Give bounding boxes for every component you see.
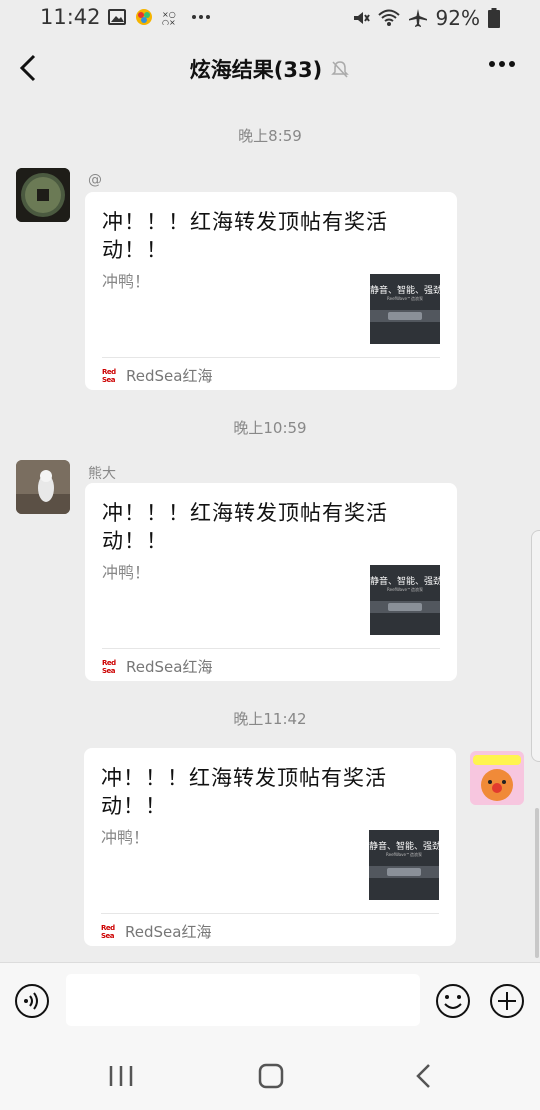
airplane-icon <box>408 9 427 27</box>
card-desc: 冲鸭！ <box>101 828 150 847</box>
card-thumbnail: 静音、智能、强劲 ReefWave™造浪泵 <box>370 565 440 635</box>
timestamp: 晚上11:42 <box>233 710 307 728</box>
redsea-logo-icon: Red Sea <box>101 923 115 940</box>
thumb-product <box>387 868 421 876</box>
source-label: RedSea红海 <box>126 658 213 676</box>
scrollbar-thumb[interactable] <box>535 808 539 958</box>
thumb-sub: ReefWave™造浪泵 <box>386 852 422 857</box>
thumb-sub: ReefWave™造浪泵 <box>387 587 423 592</box>
app-icon <box>136 9 152 25</box>
coin-avatar-icon <box>16 168 70 222</box>
thumb-product <box>388 312 422 320</box>
divider <box>102 648 440 649</box>
link-card[interactable]: 冲！！！红海转发顶帖有奖活动！！ 冲鸭！ 静音、智能、强劲 ReefWave™造… <box>85 483 457 681</box>
gallery-icon <box>108 9 126 25</box>
wifi-icon <box>377 9 400 26</box>
divider <box>101 913 439 914</box>
title-wrap: 炫海结果(33) <box>0 54 540 84</box>
card-title: 冲！！！红海转发顶帖有奖活动！！ <box>102 501 388 553</box>
link-card[interactable]: 冲！！！红海转发顶帖有奖活动！！ 冲鸭！ 静音、智能、强劲 ReefWave™造… <box>84 748 456 946</box>
chat-header: 炫海结果(33) <box>0 36 540 100</box>
source-label: RedSea红海 <box>125 923 212 941</box>
voice-icon[interactable] <box>14 983 50 1019</box>
notification-icons: ×○ ○× <box>108 8 211 26</box>
card-desc: 冲鸭！ <box>102 563 151 582</box>
battery-icon <box>488 8 500 28</box>
card-thumbnail: 静音、智能、强劲 ReefWave™造浪泵 <box>369 830 439 900</box>
thumb-text: 静音、智能、强劲 <box>369 842 439 852</box>
thumb-product <box>388 603 422 611</box>
timestamp: 晚上10:59 <box>233 419 307 437</box>
thumb-text: 静音、智能、强劲 <box>370 577 440 587</box>
battery-percent: 92% <box>435 6 480 30</box>
back-key-icon[interactable] <box>414 1063 432 1089</box>
card-source: Red Sea RedSea红海 <box>101 921 211 942</box>
thumb-sub: ReefWave™造浪泵 <box>387 296 423 301</box>
card-desc: 冲鸭！ <box>102 272 151 291</box>
emoji-icon[interactable] <box>435 983 471 1019</box>
figure-avatar-icon <box>16 460 70 514</box>
message-input[interactable] <box>66 974 420 1026</box>
link-card[interactable]: 冲！！！红海转发顶帖有奖活动！！ 冲鸭！ 静音、智能、强劲 ReefWave™造… <box>85 192 457 390</box>
home-icon[interactable] <box>258 1063 284 1089</box>
system-navigation <box>0 1042 540 1110</box>
plus-icon[interactable] <box>489 983 525 1019</box>
avatar[interactable] <box>16 168 70 222</box>
card-source: Red Sea RedSea红海 <box>102 365 212 386</box>
recent-apps-icon[interactable] <box>108 1064 134 1088</box>
sender-name: 熊大 <box>88 466 116 482</box>
sender-name: @ <box>88 172 102 188</box>
svg-text:○×: ○× <box>162 18 176 25</box>
divider <box>102 357 440 358</box>
cartoon-avatar-icon <box>470 751 524 805</box>
status-right: 92% <box>352 6 500 30</box>
redsea-logo-icon: Red Sea <box>102 367 116 384</box>
redsea-logo-icon: Red Sea <box>102 658 116 675</box>
status-time: 11:42 <box>40 5 101 29</box>
input-bar <box>0 962 540 1043</box>
card-title: 冲！！！红海转发顶帖有奖活动！！ <box>102 210 388 262</box>
card-thumbnail: 静音、智能、强劲 ReefWave™造浪泵 <box>370 274 440 344</box>
more-notifications-icon <box>192 15 210 19</box>
mute-icon <box>353 12 370 24</box>
card-title: 冲！！！红海转发顶帖有奖活动！！ <box>101 766 387 818</box>
page-title[interactable]: 炫海结果(33) <box>190 54 322 84</box>
timestamp: 晚上8:59 <box>238 127 302 145</box>
self-avatar[interactable] <box>470 751 524 805</box>
thumb-text: 静音、智能、强劲 <box>370 286 440 296</box>
game-icon: ×○○× <box>162 10 176 25</box>
more-dots-icon[interactable] <box>488 60 516 68</box>
avatar[interactable] <box>16 460 70 514</box>
status-bar: 11:42 ×○ ○× 92% <box>0 0 540 36</box>
source-label: RedSea红海 <box>126 367 213 385</box>
card-source: Red Sea RedSea红海 <box>102 656 212 677</box>
scroll-handle[interactable] <box>531 530 540 762</box>
bell-off-icon <box>331 61 350 78</box>
